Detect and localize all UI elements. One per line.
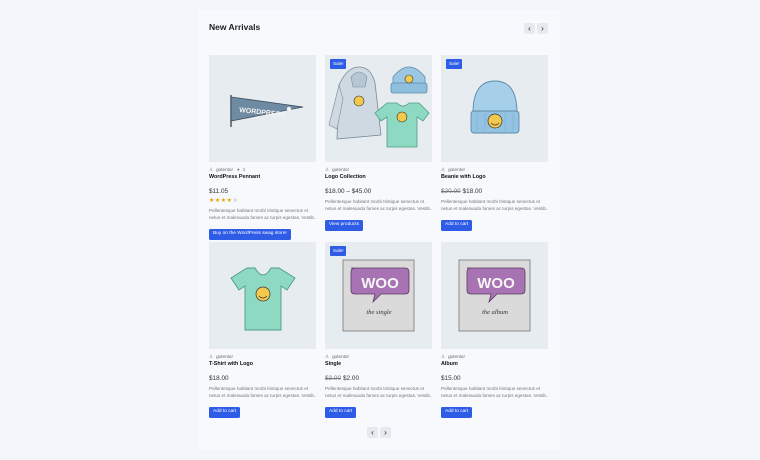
section-title: New Arrivals bbox=[209, 22, 261, 32]
sale-badge: Sale! bbox=[446, 59, 463, 69]
product-description: Pellentesque habitant morbi tristique se… bbox=[441, 199, 548, 212]
product-title[interactable]: Beanie with Logo bbox=[441, 174, 548, 181]
author-link[interactable]: gutentor bbox=[332, 167, 349, 173]
description-line: netus et malesuada fames ac turpis egest… bbox=[441, 205, 548, 211]
sale-badge: Sale! bbox=[330, 59, 347, 69]
product-image[interactable]: WOO the album bbox=[441, 242, 548, 349]
view-products-button[interactable]: View products bbox=[325, 220, 364, 232]
product-title[interactable]: Logo Collection bbox=[325, 174, 432, 181]
user-icon: ♙ bbox=[441, 167, 446, 172]
description-line: netus et malesuada fames ac turpis egest… bbox=[325, 392, 432, 398]
woo-single-image: WOO the single bbox=[342, 259, 415, 332]
description-line: Pellentesque habitant morbi tristique se… bbox=[209, 207, 309, 213]
description-line: Pellentesque habitant morbi tristique se… bbox=[441, 385, 541, 391]
current-price: $18.00 – $45.00 bbox=[325, 187, 372, 195]
product-card: WORDPRESS ♙ gutentor ● 1 WordPress Pennant… bbox=[209, 55, 316, 241]
svg-text:the single: the single bbox=[366, 309, 391, 316]
description-line: Pellentesque habitant morbi tristique se… bbox=[441, 198, 541, 204]
author-link[interactable]: gutentor bbox=[216, 167, 233, 173]
add-to-cart-button[interactable]: Add to cart bbox=[441, 407, 473, 419]
star-icon: ★ bbox=[232, 197, 239, 204]
product-price: $18.00 – $45.00 bbox=[325, 187, 432, 195]
product-price: $15.00 bbox=[441, 374, 548, 382]
author-meta: ♙ gutentor bbox=[209, 354, 316, 360]
product-title[interactable]: Album bbox=[441, 361, 548, 368]
user-icon: ♙ bbox=[209, 354, 214, 359]
product-image[interactable]: Sale! bbox=[325, 55, 432, 162]
product-card: WOO the album ♙ gutentor Album $15.00 Pel… bbox=[441, 242, 548, 419]
author-meta: ♙ gutentor bbox=[325, 354, 432, 360]
product-description: Pellentesque habitant morbi tristique se… bbox=[209, 386, 316, 399]
description-line: Pellentesque habitant morbi tristique se… bbox=[325, 198, 425, 204]
add-to-cart-button[interactable]: Add to cart bbox=[209, 407, 241, 419]
product-image[interactable]: WORDPRESS bbox=[209, 55, 316, 162]
current-price: $2.00 bbox=[343, 374, 359, 382]
original-price: $20.00 bbox=[441, 187, 461, 195]
description-line: netus et malesuada fames ac turpis egest… bbox=[209, 214, 316, 220]
pennant-image: WORDPRESS bbox=[230, 95, 304, 127]
comment-count[interactable]: 1 bbox=[243, 167, 246, 173]
product-title[interactable]: T-Shirt with Logo bbox=[209, 361, 316, 368]
product-card: WOO the single Sale! ♙ gutentor Single $3… bbox=[325, 242, 432, 419]
sale-badge: Sale! bbox=[330, 246, 347, 256]
current-price: $18.00 bbox=[462, 187, 483, 195]
product-image[interactable]: WOO the single Sale! bbox=[325, 242, 432, 349]
add-to-cart-button[interactable]: Add to cart bbox=[441, 220, 473, 232]
author-link[interactable]: gutentor bbox=[448, 354, 465, 360]
product-card: Sale! ♙ gutentor Logo Collection $18.00 –… bbox=[325, 55, 432, 232]
current-price: $15.00 bbox=[441, 374, 461, 382]
carousel-prev-button[interactable]: ‹ bbox=[524, 23, 535, 34]
product-description: Pellentesque habitant morbi tristique se… bbox=[325, 199, 432, 212]
description-line: netus et malesuada fames ac turpis egest… bbox=[441, 392, 548, 398]
product-price: $11.05 bbox=[209, 187, 316, 195]
product-price: $20.00 $18.00 bbox=[441, 187, 548, 195]
description-line: Pellentesque habitant morbi tristique se… bbox=[209, 385, 309, 391]
product-card: Sale! ♙ gutentor Beanie with Logo $20.00 $… bbox=[441, 55, 548, 232]
svg-text:WOO: WOO bbox=[477, 275, 515, 292]
buy-external-button[interactable]: Buy on the WordPress swag store! bbox=[209, 229, 291, 241]
beanie-image bbox=[470, 80, 520, 134]
svg-text:WOO: WOO bbox=[361, 275, 399, 292]
rating-stars: ★★★★★ bbox=[209, 198, 316, 204]
product-card: ♙ gutentor T-Shirt with Logo $18.00 Pelle… bbox=[209, 242, 316, 419]
product-description: Pellentesque habitant morbi tristique se… bbox=[325, 386, 432, 399]
tshirt-image bbox=[230, 267, 296, 331]
logo-collection-image bbox=[328, 66, 430, 148]
product-title[interactable]: WordPress Pennant bbox=[209, 174, 316, 181]
user-icon: ♙ bbox=[325, 167, 330, 172]
product-description: Pellentesque habitant morbi tristique se… bbox=[441, 386, 548, 399]
description-line: Pellentesque habitant morbi tristique se… bbox=[325, 385, 425, 391]
product-title[interactable]: Single bbox=[325, 361, 432, 368]
woo-album-image: WOO the album bbox=[458, 259, 531, 332]
product-description: Pellentesque habitant morbi tristique se… bbox=[209, 208, 316, 221]
comment-icon: ● bbox=[236, 167, 240, 172]
carousel-next-button[interactable]: › bbox=[537, 23, 548, 34]
description-line: netus et malesuada fames ac turpis egest… bbox=[209, 392, 316, 398]
user-icon: ♙ bbox=[441, 354, 446, 359]
svg-text:the album: the album bbox=[482, 309, 508, 316]
description-line: netus et malesuada fames ac turpis egest… bbox=[325, 205, 432, 211]
pagination-next-button[interactable]: › bbox=[380, 427, 391, 438]
product-price: $3.00 $2.00 bbox=[325, 374, 432, 382]
author-link[interactable]: gutentor bbox=[216, 354, 233, 360]
current-price: $18.00 bbox=[209, 374, 229, 382]
pagination-prev-button[interactable]: ‹ bbox=[367, 427, 378, 438]
author-link[interactable]: gutentor bbox=[332, 354, 349, 360]
current-price: $11.05 bbox=[209, 187, 229, 195]
author-meta: ♙ gutentor bbox=[325, 167, 432, 173]
author-link[interactable]: gutentor bbox=[448, 167, 465, 173]
product-price: $18.00 bbox=[209, 374, 316, 382]
user-icon: ♙ bbox=[325, 354, 330, 359]
author-meta: ♙ gutentor ● 1 bbox=[209, 167, 316, 173]
add-to-cart-button[interactable]: Add to cart bbox=[325, 407, 357, 419]
author-meta: ♙ gutentor bbox=[441, 167, 548, 173]
original-price: $3.00 bbox=[325, 374, 341, 382]
product-image[interactable] bbox=[209, 242, 316, 349]
product-image[interactable]: Sale! bbox=[441, 55, 548, 162]
user-icon: ♙ bbox=[209, 167, 214, 172]
author-meta: ♙ gutentor bbox=[441, 354, 548, 360]
